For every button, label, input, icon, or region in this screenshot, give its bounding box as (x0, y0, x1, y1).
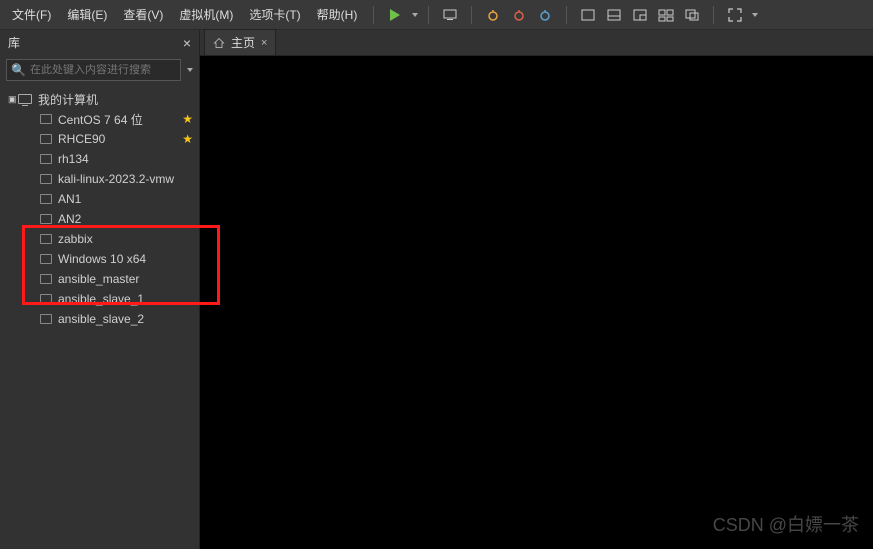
vm-item-rhce90[interactable]: RHCE90 ★ (0, 129, 199, 149)
search-dropdown[interactable] (187, 68, 193, 72)
tab-home-label: 主页 (231, 34, 255, 51)
layout-overlay-icon[interactable] (681, 4, 703, 26)
tabbar: 主页 × (200, 30, 873, 56)
vm-icon (40, 234, 52, 244)
vm-item-an2[interactable]: AN2 (0, 209, 199, 229)
home-icon (213, 37, 225, 49)
vm-label: ansible_slave_1 (58, 292, 144, 306)
vm-tree: ▣ 我的计算机 CentOS 7 64 位 ★ RHCE90 ★ rh134 kali-l… (0, 85, 199, 549)
menu-tabs[interactable]: 选项卡(T) (243, 2, 306, 27)
search-input-wrapper[interactable]: 🔍 (6, 59, 181, 81)
vm-item-zabbix[interactable]: zabbix (0, 229, 199, 249)
play-dropdown[interactable] (412, 13, 418, 17)
vm-item-centos-7-64-[interactable]: CentOS 7 64 位 ★ (0, 109, 199, 129)
fullscreen-dropdown[interactable] (752, 13, 758, 17)
vm-item-kali-linux-2023-2-vmw[interactable]: kali-linux-2023.2-vmw (0, 169, 199, 189)
vm-label: AN2 (58, 212, 81, 226)
vm-icon (40, 274, 52, 284)
play-button[interactable] (384, 4, 406, 26)
tab-close-icon[interactable]: × (261, 37, 267, 49)
layout-corner-icon[interactable] (629, 4, 651, 26)
vm-icon (40, 154, 52, 164)
sidebar-title: 库 (8, 34, 20, 51)
vm-label: rh134 (58, 152, 89, 166)
menu-edit[interactable]: 编辑(E) (61, 2, 113, 27)
computer-icon (18, 94, 32, 104)
vm-item-windows-10-x64[interactable]: Windows 10 x64 (0, 249, 199, 269)
vm-label: ansible_master (58, 272, 139, 286)
vm-icon (40, 174, 52, 184)
snapshot-red-icon[interactable] (508, 4, 530, 26)
search-icon: 🔍 (11, 63, 26, 77)
snapshot-blue-icon[interactable] (534, 4, 556, 26)
vm-item-an1[interactable]: AN1 (0, 189, 199, 209)
library-sidebar: 库 × 🔍 ▣ 我的计算机 CentOS 7 64 位 ★ RHCE90 ★ rh134… (0, 30, 200, 549)
content-area: 主页 × (200, 30, 873, 549)
screen-tool-button[interactable] (439, 4, 461, 26)
separator (566, 6, 567, 24)
vm-item-ansible-slave-2[interactable]: ansible_slave_2 (0, 309, 199, 329)
vm-icon (40, 134, 52, 144)
vm-icon (40, 314, 52, 324)
menu-view[interactable]: 查看(V) (117, 2, 169, 27)
search-input[interactable] (30, 64, 176, 76)
tree-root-my-computer[interactable]: ▣ 我的计算机 (0, 89, 199, 109)
tree-root-label: 我的计算机 (38, 91, 98, 108)
vm-icon (40, 254, 52, 264)
vm-label: zabbix (58, 232, 93, 246)
vm-item-ansible-master[interactable]: ansible_master (0, 269, 199, 289)
favorite-star-icon: ★ (182, 132, 193, 146)
vm-label: CentOS 7 64 位 (58, 111, 143, 128)
menu-file[interactable]: 文件(F) (6, 2, 57, 27)
vm-label: RHCE90 (58, 132, 105, 146)
vm-icon (40, 114, 52, 124)
menu-vm[interactable]: 虚拟机(M) (173, 2, 239, 27)
separator (373, 6, 374, 24)
vm-label: AN1 (58, 192, 81, 206)
layout-single-icon[interactable] (577, 4, 599, 26)
collapse-icon: ▣ (8, 94, 18, 105)
snapshot-yellow-icon[interactable] (482, 4, 504, 26)
vm-icon (40, 294, 52, 304)
menubar: 文件(F) 编辑(E) 查看(V) 虚拟机(M) 选项卡(T) 帮助(H) (0, 0, 873, 30)
separator (428, 6, 429, 24)
layout-multi-icon[interactable] (655, 4, 677, 26)
tab-home[interactable]: 主页 × (204, 29, 276, 55)
separator (471, 6, 472, 24)
vm-label: kali-linux-2023.2-vmw (58, 172, 174, 186)
vm-item-ansible-slave-1[interactable]: ansible_slave_1 (0, 289, 199, 309)
vm-item-rh134[interactable]: rh134 (0, 149, 199, 169)
layout-bottom-icon[interactable] (603, 4, 625, 26)
separator (713, 6, 714, 24)
favorite-star-icon: ★ (182, 112, 193, 126)
fullscreen-icon[interactable] (724, 4, 746, 26)
vm-label: Windows 10 x64 (58, 252, 146, 266)
menu-help[interactable]: 帮助(H) (311, 2, 364, 27)
close-icon[interactable]: × (183, 35, 191, 51)
vm-icon (40, 194, 52, 204)
vm-icon (40, 214, 52, 224)
vm-label: ansible_slave_2 (58, 312, 144, 326)
